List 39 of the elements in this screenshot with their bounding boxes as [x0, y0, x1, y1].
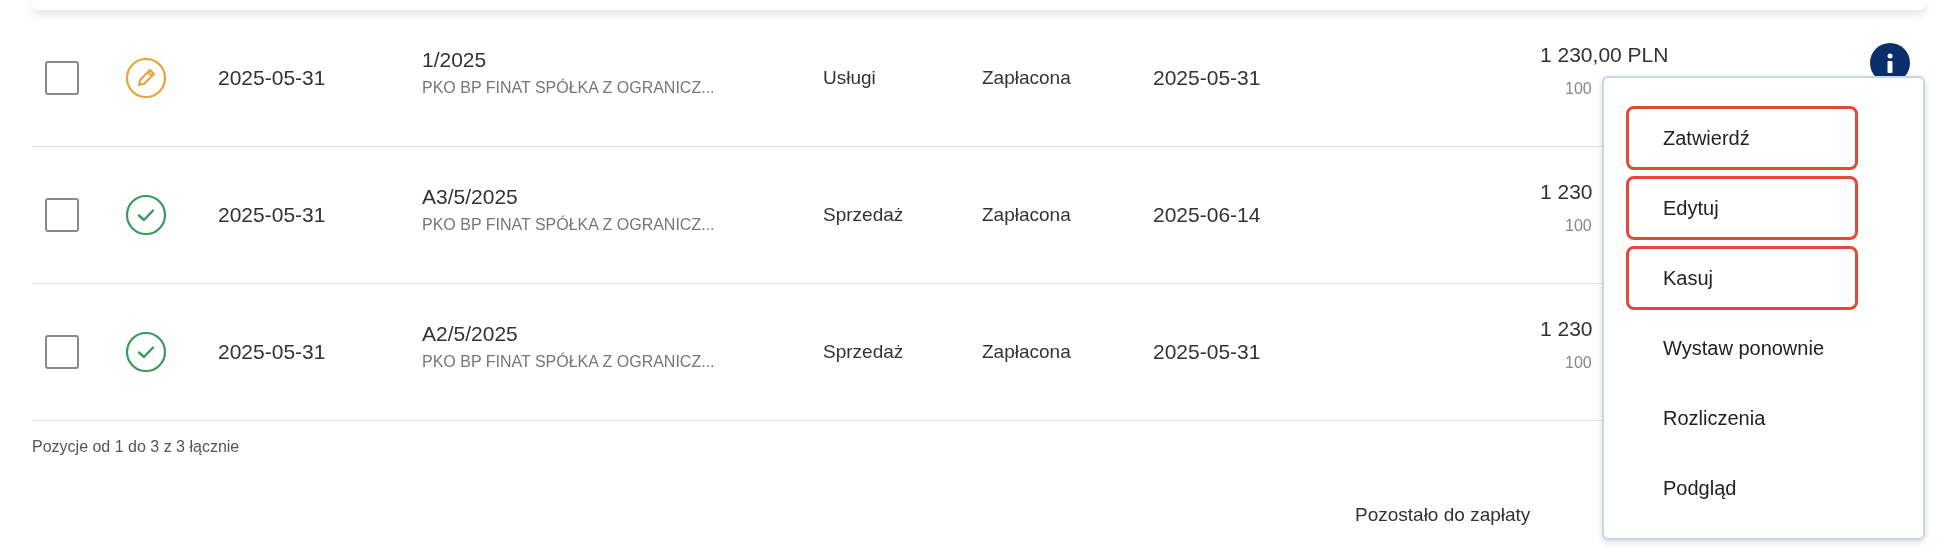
check-circle-icon — [125, 331, 167, 373]
amount-subtext: 100 — [1564, 352, 1592, 373]
date-cell: 2025-05-31 — [218, 340, 326, 364]
menu-item[interactable]: Edytuj — [1626, 176, 1858, 240]
due-date-cell: 2025-05-31 — [1153, 66, 1261, 90]
date-cell: 2025-05-31 — [218, 203, 326, 227]
status-cell: Zapłacona — [982, 66, 1071, 88]
menu-item[interactable]: Podgląd — [1626, 456, 1858, 520]
status-cell: Zapłacona — [982, 203, 1071, 225]
type-cell: Sprzedaż — [823, 340, 904, 362]
info-icon — [1886, 53, 1894, 73]
invoice-number: 1/2025 — [422, 47, 487, 74]
amount-cell-text: 1 230 — [1540, 179, 1593, 206]
type-cell: Sprzedaż — [823, 203, 904, 225]
amount-subtext: 100 — [1564, 78, 1592, 99]
check-circle-icon — [125, 194, 167, 236]
status-cell: Zapłacona — [982, 340, 1071, 362]
menu-item[interactable]: Rozliczenia — [1626, 386, 1858, 450]
amount-cell-text: 1 230,00 PLN — [1540, 42, 1669, 69]
type-cell: Usługi — [823, 66, 876, 88]
menu-item[interactable]: Wystaw ponownie — [1626, 316, 1858, 380]
row-checkbox[interactable] — [45, 335, 79, 369]
amount-subtext: 100 — [1564, 215, 1592, 236]
due-date-cell: 2025-06-14 — [1153, 203, 1261, 227]
pagination-summary: Pozycje od 1 do 3 z 3 łącznie — [32, 438, 240, 455]
contractor-name: PKO BP FINAT SPÓŁKA Z OGRANICZ... — [422, 214, 715, 235]
invoice-number: A2/5/2025 — [422, 321, 518, 348]
due-date-cell: 2025-05-31 — [1153, 340, 1261, 364]
amount-cell-text: 1 230 — [1540, 316, 1593, 343]
row-checkbox[interactable] — [45, 198, 79, 232]
date-cell: 2025-05-31 — [218, 66, 326, 90]
invoice-number: A3/5/2025 — [422, 184, 518, 211]
row-checkbox[interactable] — [45, 61, 79, 95]
contractor-name: PKO BP FINAT SPÓŁKA Z OGRANICZ... — [422, 351, 715, 372]
contractor-name: PKO BP FINAT SPÓŁKA Z OGRANICZ... — [422, 77, 715, 98]
remaining-label: Pozostało do zapłaty — [1355, 504, 1531, 525]
pencil-icon — [125, 57, 167, 99]
menu-item[interactable]: Zatwierdź — [1626, 106, 1858, 170]
menu-item[interactable]: Kasuj — [1626, 246, 1858, 310]
